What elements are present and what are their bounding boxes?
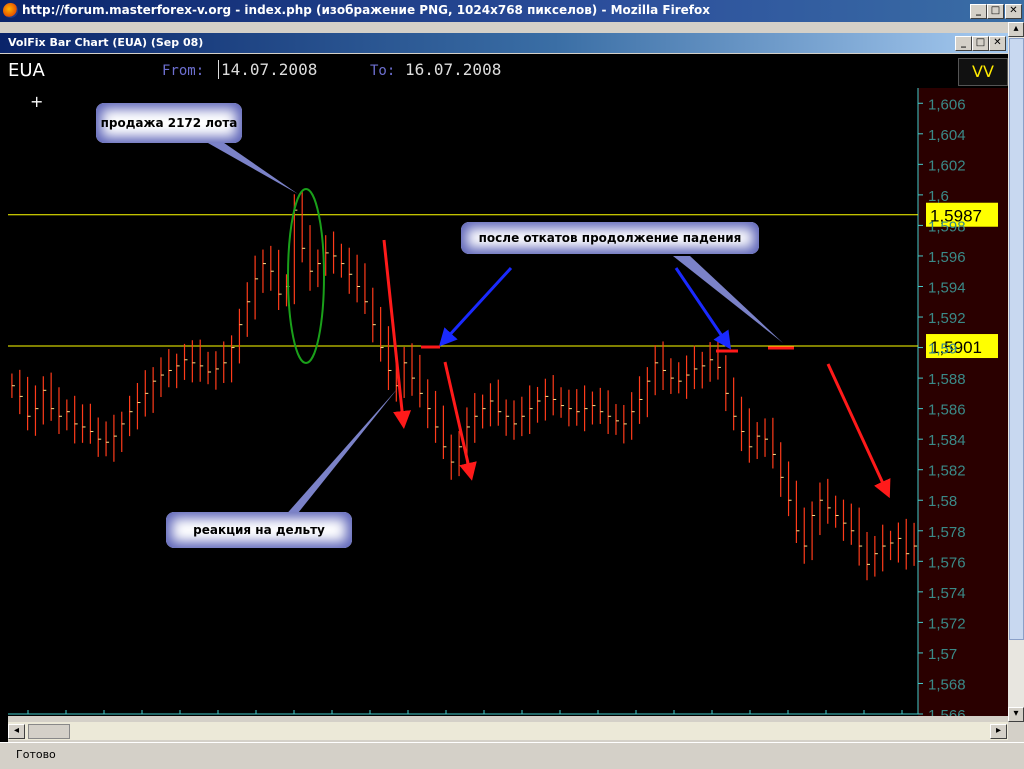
red-arrow [443,361,477,481]
status-text: Готово [16,748,56,761]
app-close-icon[interactable]: ✕ [989,36,1006,51]
horizontal-scrollbar[interactable]: ◂ ▸ [8,722,1008,740]
callout-sell: продажа 2172 лота [96,103,242,143]
scroll-up-icon[interactable]: ▴ [1008,22,1024,37]
y-tick-label: 1,606 [928,96,966,113]
y-tick-label: 1,602 [928,157,966,174]
y-tick-label: 1,6 [928,188,949,205]
maximize-icon[interactable]: □ [987,4,1004,19]
callout-delta: реакция на дельту [166,512,352,548]
y-tick-label: 1,584 [928,432,966,449]
y-tick-label: 1,604 [928,127,966,144]
y-tick-label: 1,572 [928,615,966,632]
callout-delta-pointer [283,388,398,518]
close-icon[interactable]: ✕ [1005,4,1022,19]
browser-title-bar: http://forum.masterforex-v.org - index.p… [0,0,1024,22]
horizontal-scroll-thumb[interactable] [28,724,70,739]
callout-continue-text: после откатов продолжение падения [478,231,742,245]
y-tick-label: 1,588 [928,371,966,388]
scroll-left-icon[interactable]: ◂ [8,724,25,739]
vertical-scrollbar[interactable]: ▴ ▾ [1008,22,1024,722]
red-arrow [382,239,412,429]
blue-arrow [438,266,513,347]
y-tick-label: 1,59 [928,341,957,358]
y-tick-label: 1,586 [928,402,966,419]
callout-delta-text: реакция на дельту [193,523,325,537]
app-minimize-icon[interactable]: _ [955,36,972,51]
browser-frame [0,22,1008,33]
vertical-scroll-thumb[interactable] [1009,38,1024,640]
app-title: VolFix Bar Chart (EUA) (Sep 08) [8,36,204,49]
y-tick-label: 1,598 [928,218,966,235]
minimize-icon[interactable]: _ [970,4,987,19]
y-tick-label: 1,596 [928,249,966,266]
from-date-input[interactable]: 14.07.2008 [218,60,317,79]
callout-sell-text: продажа 2172 лота [100,116,238,130]
mode-button[interactable]: VV [958,58,1008,86]
scroll-down-icon[interactable]: ▾ [1008,707,1024,722]
chart-area[interactable]: 1,5987 1,5901 1,566 1,568 1,57 1,572 1,574 1,5… [8,88,1008,716]
price-chart[interactable]: 1,59871,5901 1,5661,5681,571,5721,5741,5… [8,88,1008,716]
callout-sell-pointer [208,136,298,194]
y-tick-label: 1,582 [928,463,966,480]
browser-title: http://forum.masterforex-v.org - index.p… [22,3,710,17]
crosshair-icon: + [30,92,44,111]
y-tick-label: 1,566 [928,707,966,716]
callout-continue: после откатов продолжение падения [461,222,759,254]
blue-arrow [674,267,732,350]
y-tick-label: 1,574 [928,585,966,602]
y-tick-label: 1,592 [928,310,966,327]
y-tick-label: 1,576 [928,554,966,571]
chart-toolbar: EUA From: 14.07.2008 To: 16.07.2008 VV [0,54,1008,88]
y-tick-label: 1,568 [928,676,966,693]
app-maximize-icon[interactable]: □ [972,36,989,51]
y-tick-label: 1,58 [928,493,957,510]
from-label: From: [162,63,205,79]
red-arrow [826,363,891,499]
scroll-right-icon[interactable]: ▸ [990,724,1007,739]
y-tick-label: 1,57 [928,646,957,663]
y-tick-label: 1,578 [928,524,966,541]
y-tick-label: 1,594 [928,279,966,296]
to-label: To: [370,63,396,79]
symbol-label: EUA [8,60,45,81]
left-edge [0,54,8,744]
status-bar: Готово [0,742,1024,769]
firefox-icon [3,3,18,18]
to-date-input[interactable]: 16.07.2008 [405,60,501,79]
callout-continue-pointer [673,256,783,343]
app-title-bar: VolFix Bar Chart (EUA) (Sep 08) _ □ ✕ [0,33,1008,53]
